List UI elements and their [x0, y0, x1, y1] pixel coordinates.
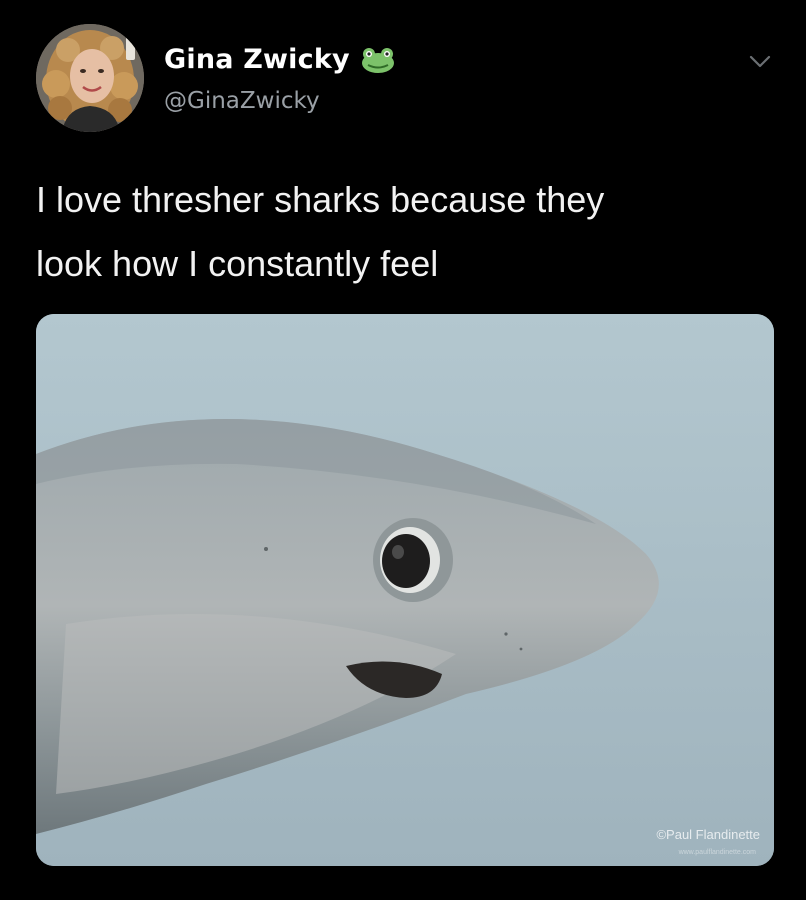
tweet-media-image[interactable]: ©Paul Flandinette www.paulflandinette.co…: [36, 314, 774, 866]
tweet-text: I love thresher sharks because they look…: [36, 168, 776, 296]
author-name-row: Gina Zwicky: [164, 44, 396, 75]
photo-watermark-url: www.paulflandinette.com: [678, 849, 756, 856]
thresher-shark-photo: [36, 314, 774, 866]
photo-watermark: ©Paul Flandinette: [656, 827, 760, 842]
tweet-text-line: I love thresher sharks because they: [36, 179, 605, 220]
tweet-text-line: look how I constantly feel: [36, 243, 439, 284]
frog-face-icon: [360, 46, 396, 74]
display-name[interactable]: Gina Zwicky: [164, 44, 350, 75]
avatar[interactable]: [36, 24, 144, 132]
tweet-header: Gina Zwicky @GinaZwicky: [36, 24, 786, 134]
user-handle[interactable]: @GinaZwicky: [164, 88, 320, 114]
profile-photo: [36, 24, 144, 132]
chevron-down-icon[interactable]: [748, 54, 772, 70]
